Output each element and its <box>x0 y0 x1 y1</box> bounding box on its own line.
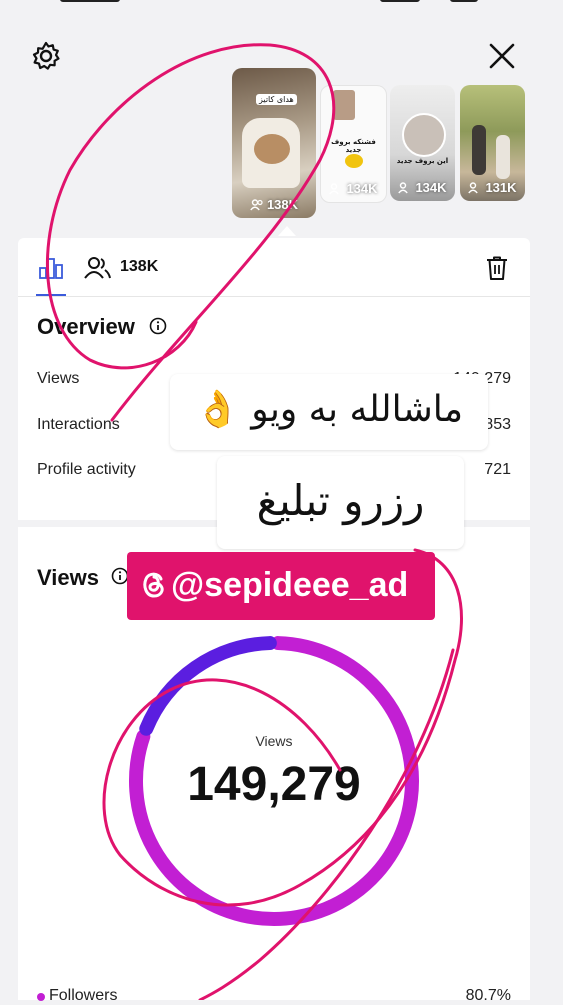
close-icon[interactable] <box>486 40 518 72</box>
followers-legend-label: Followers <box>49 987 118 1004</box>
interactions-row-value: 853 <box>484 416 511 433</box>
comment-sticker: ماشالله به ویو 👌 <box>170 374 488 450</box>
threads-icon <box>143 572 164 598</box>
people-icon <box>468 182 479 194</box>
story-thumbnail[interactable]: فشنکه بروف جدید 134K <box>320 85 387 203</box>
gear-icon[interactable] <box>30 40 62 72</box>
people-icon <box>398 182 409 194</box>
profile-activity-row-label: Profile activity <box>37 461 136 478</box>
donut-label: Views <box>255 733 293 749</box>
people-icon[interactable] <box>84 256 112 280</box>
story-thumbnail[interactable]: هدای کاتیز 138K <box>232 68 316 218</box>
story-thumbnail[interactable]: این بروف جدید 134K <box>390 85 455 201</box>
thumbnail-view-count: 138K <box>232 197 316 212</box>
selected-indicator <box>278 226 296 236</box>
profile-activity-row-value: 721 <box>484 461 511 478</box>
story-thumbnail[interactable]: 131K <box>460 85 525 201</box>
sticker-text: ماشالله به ویو 👌 <box>194 389 464 430</box>
followers-legend-value: 80.7% <box>465 987 511 1004</box>
thumbnail-view-count: 134K <box>321 181 386 196</box>
overview-title: Overview <box>37 314 135 339</box>
trash-icon[interactable] <box>484 255 510 281</box>
interactions-row-label: Interactions <box>37 416 120 433</box>
sticker-text: رزرو تبلیغ <box>256 476 425 525</box>
promo-sticker: رزرو تبلیغ <box>217 456 464 549</box>
thumbnail-view-count: 134K <box>390 180 455 195</box>
mention-sticker[interactable]: @sepideee_ad <box>127 552 435 620</box>
audience-count[interactable]: 138K <box>120 258 158 276</box>
insights-tabs: 138K <box>18 238 530 297</box>
people-icon <box>329 183 340 195</box>
views-title: Views <box>37 565 99 590</box>
info-icon[interactable] <box>149 317 167 335</box>
thumbnail-view-count: 131K <box>460 180 525 195</box>
views-row-label: Views <box>37 370 80 387</box>
donut-total-value: 149,279 <box>187 758 361 811</box>
bar-chart-icon[interactable] <box>38 256 64 280</box>
people-icon <box>250 199 263 211</box>
non-followers-arc <box>139 636 277 736</box>
thumbnail-caption: این بروف جدید <box>396 157 449 165</box>
thumbnail-caption: هدای کاتیز <box>256 94 297 105</box>
active-tab-indicator <box>36 294 66 296</box>
story-header: هدای کاتیز 138K فشنکه بروف جدید 134K این… <box>0 0 563 240</box>
thumbnail-caption: فشنکه بروف جدید <box>331 138 376 154</box>
